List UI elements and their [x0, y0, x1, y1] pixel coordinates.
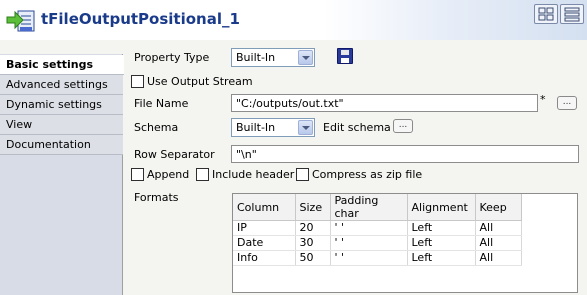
- padding-char-header[interactable]: Padding char: [330, 194, 408, 221]
- padding-char-cell[interactable]: ' ': [330, 235, 408, 251]
- size-header[interactable]: Size: [295, 194, 331, 221]
- include-header-label: Include header: [212, 168, 295, 181]
- settings-sidebar: Basic settings Advanced settings Dynamic…: [0, 54, 124, 295]
- column-cell[interactable]: Date: [233, 235, 296, 251]
- grid-view-button[interactable]: [534, 4, 558, 24]
- formats-label: Formats: [134, 191, 179, 204]
- file-name-input[interactable]: "C:/outputs/out.txt": [231, 94, 538, 112]
- save-icon[interactable]: [337, 48, 353, 64]
- list-view-button[interactable]: [560, 4, 584, 24]
- chevron-down-icon: [298, 50, 313, 65]
- table-row[interactable]: IP 20 ' ' Left All: [233, 220, 522, 236]
- alignment-cell[interactable]: Left: [407, 235, 476, 251]
- chevron-down-icon: [298, 120, 313, 135]
- tab-documentation[interactable]: Documentation: [0, 135, 123, 155]
- column-header[interactable]: Column: [233, 194, 296, 221]
- row-separator-value: "\n": [236, 148, 257, 161]
- padding-char-cell[interactable]: ' ': [330, 250, 408, 266]
- use-output-stream-checkbox[interactable]: [131, 75, 144, 88]
- size-cell[interactable]: 50: [295, 250, 331, 266]
- list-icon: [564, 7, 580, 22]
- table-row[interactable]: Info 50 ' ' Left All: [233, 250, 522, 266]
- table-row[interactable]: Date 30 ' ' Left All: [233, 235, 522, 251]
- alignment-header[interactable]: Alignment: [407, 194, 476, 221]
- tab-dynamic-settings[interactable]: Dynamic settings: [0, 95, 123, 115]
- edit-schema-label: Edit schema: [323, 121, 391, 134]
- file-name-value: "C:/outputs/out.txt": [236, 97, 344, 110]
- column-cell[interactable]: Info: [233, 250, 296, 266]
- component-title: tFileOutputPositional_1: [41, 10, 240, 28]
- include-header-checkbox[interactable]: [196, 168, 209, 181]
- edit-schema-button[interactable]: ...: [393, 119, 413, 133]
- alignment-cell[interactable]: Left: [407, 250, 476, 266]
- formats-table[interactable]: Column Size Padding char Alignment Keep …: [232, 193, 578, 293]
- column-cell[interactable]: IP: [233, 220, 296, 236]
- file-output-positional-icon: [6, 10, 35, 32]
- schema-value: Built-In: [236, 121, 276, 134]
- sidebar-spacer: [0, 40, 123, 54]
- tab-basic-settings[interactable]: Basic settings: [0, 55, 124, 75]
- file-name-marker: *: [540, 93, 546, 106]
- compress-zip-checkbox[interactable]: [296, 168, 309, 181]
- tab-advanced-settings[interactable]: Advanced settings: [0, 75, 123, 95]
- keep-cell[interactable]: All: [475, 220, 522, 236]
- keep-cell[interactable]: All: [475, 235, 522, 251]
- file-name-label: File Name: [134, 97, 189, 110]
- append-checkbox[interactable]: [131, 168, 144, 181]
- schema-select[interactable]: Built-In: [231, 118, 315, 137]
- property-type-value: Built-In: [236, 51, 276, 64]
- padding-char-cell[interactable]: ' ': [330, 220, 408, 236]
- grid-icon: [538, 7, 554, 21]
- file-name-browse-button[interactable]: ...: [557, 96, 577, 110]
- row-separator-label: Row Separator: [134, 148, 215, 161]
- keep-header[interactable]: Keep: [475, 194, 522, 221]
- tab-view[interactable]: View: [0, 115, 123, 135]
- compress-zip-label: Compress as zip file: [312, 168, 423, 181]
- append-label: Append: [147, 168, 190, 181]
- size-cell[interactable]: 30: [295, 235, 331, 251]
- keep-cell[interactable]: All: [475, 250, 522, 266]
- schema-label: Schema: [134, 121, 179, 134]
- size-cell[interactable]: 20: [295, 220, 331, 236]
- property-type-label: Property Type: [134, 51, 210, 64]
- alignment-cell[interactable]: Left: [407, 220, 476, 236]
- table-header-row: Column Size Padding char Alignment Keep: [233, 194, 522, 221]
- row-separator-input[interactable]: "\n": [231, 145, 579, 163]
- component-header: tFileOutputPositional_1: [0, 0, 587, 40]
- property-type-select[interactable]: Built-In: [231, 48, 315, 67]
- use-output-stream-label: Use Output Stream: [147, 75, 253, 88]
